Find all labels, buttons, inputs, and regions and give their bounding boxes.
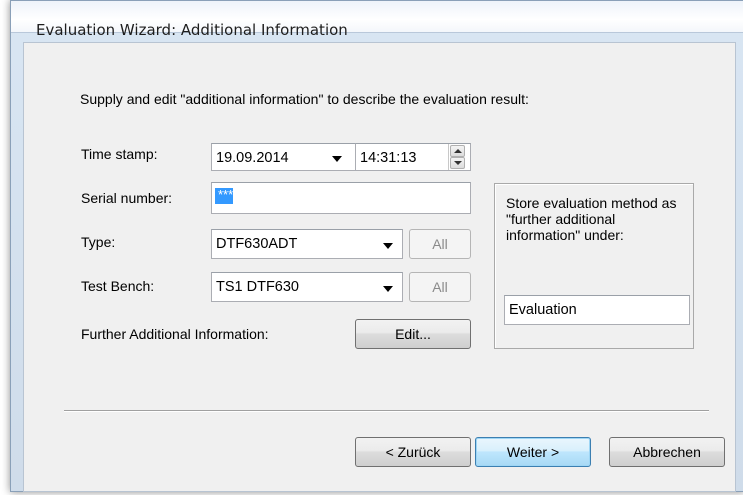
title-bar[interactable]: Evaluation Wizard: Additional Informatio… [11, 1, 743, 39]
timestamp-label: Time stamp: [81, 146, 158, 162]
dialog-window: Evaluation Wizard: Additional Informatio… [10, 0, 743, 492]
further-info-label: Further Additional Information: [81, 326, 269, 342]
serial-number-label: Serial number: [81, 190, 173, 206]
spin-down-icon[interactable] [450, 157, 465, 169]
test-bench-all-button[interactable]: All [409, 272, 471, 302]
dropdown-arrow-icon[interactable] [383, 243, 393, 249]
next-button[interactable]: Weiter > [475, 437, 591, 467]
date-picker[interactable]: 19.09.2014 [211, 143, 357, 171]
store-group-text: Store evaluation method as "further addi… [506, 195, 677, 243]
dropdown-arrow-icon[interactable] [332, 156, 342, 162]
time-spinner[interactable] [448, 144, 465, 170]
spin-up-icon[interactable] [450, 145, 465, 157]
cancel-button[interactable]: Abbrechen [609, 437, 725, 467]
type-all-button[interactable]: All [409, 229, 471, 259]
intro-text: Supply and edit "additional information"… [80, 91, 529, 107]
time-field[interactable]: 14:31:13 [355, 143, 471, 171]
type-dropdown[interactable]: DTF630ADT [211, 229, 403, 259]
edit-button[interactable]: Edit... [355, 319, 471, 349]
window-title: Evaluation Wizard: Additional Informatio… [36, 21, 348, 39]
test-bench-label: Test Bench: [81, 278, 155, 294]
serial-number-value: *** [218, 187, 234, 202]
dropdown-arrow-icon[interactable] [383, 286, 393, 292]
back-button[interactable]: < Zurück [355, 437, 471, 467]
type-value: DTF630ADT [216, 236, 298, 252]
footer-separator [64, 410, 709, 412]
serial-number-input[interactable]: *** [211, 182, 471, 214]
dialog-client-area: Supply and edit "additional information"… [23, 42, 736, 492]
type-label: Type: [81, 234, 116, 250]
store-name-value: Evaluation [509, 302, 577, 318]
test-bench-value: TS1 DTF630 [216, 279, 299, 295]
time-value: 14:31:13 [360, 150, 417, 166]
date-value: 19.09.2014 [216, 150, 289, 166]
store-name-input[interactable]: Evaluation [504, 295, 690, 325]
test-bench-dropdown[interactable]: TS1 DTF630 [211, 272, 403, 302]
store-evaluation-group: Store evaluation method as "further addi… [494, 183, 694, 349]
